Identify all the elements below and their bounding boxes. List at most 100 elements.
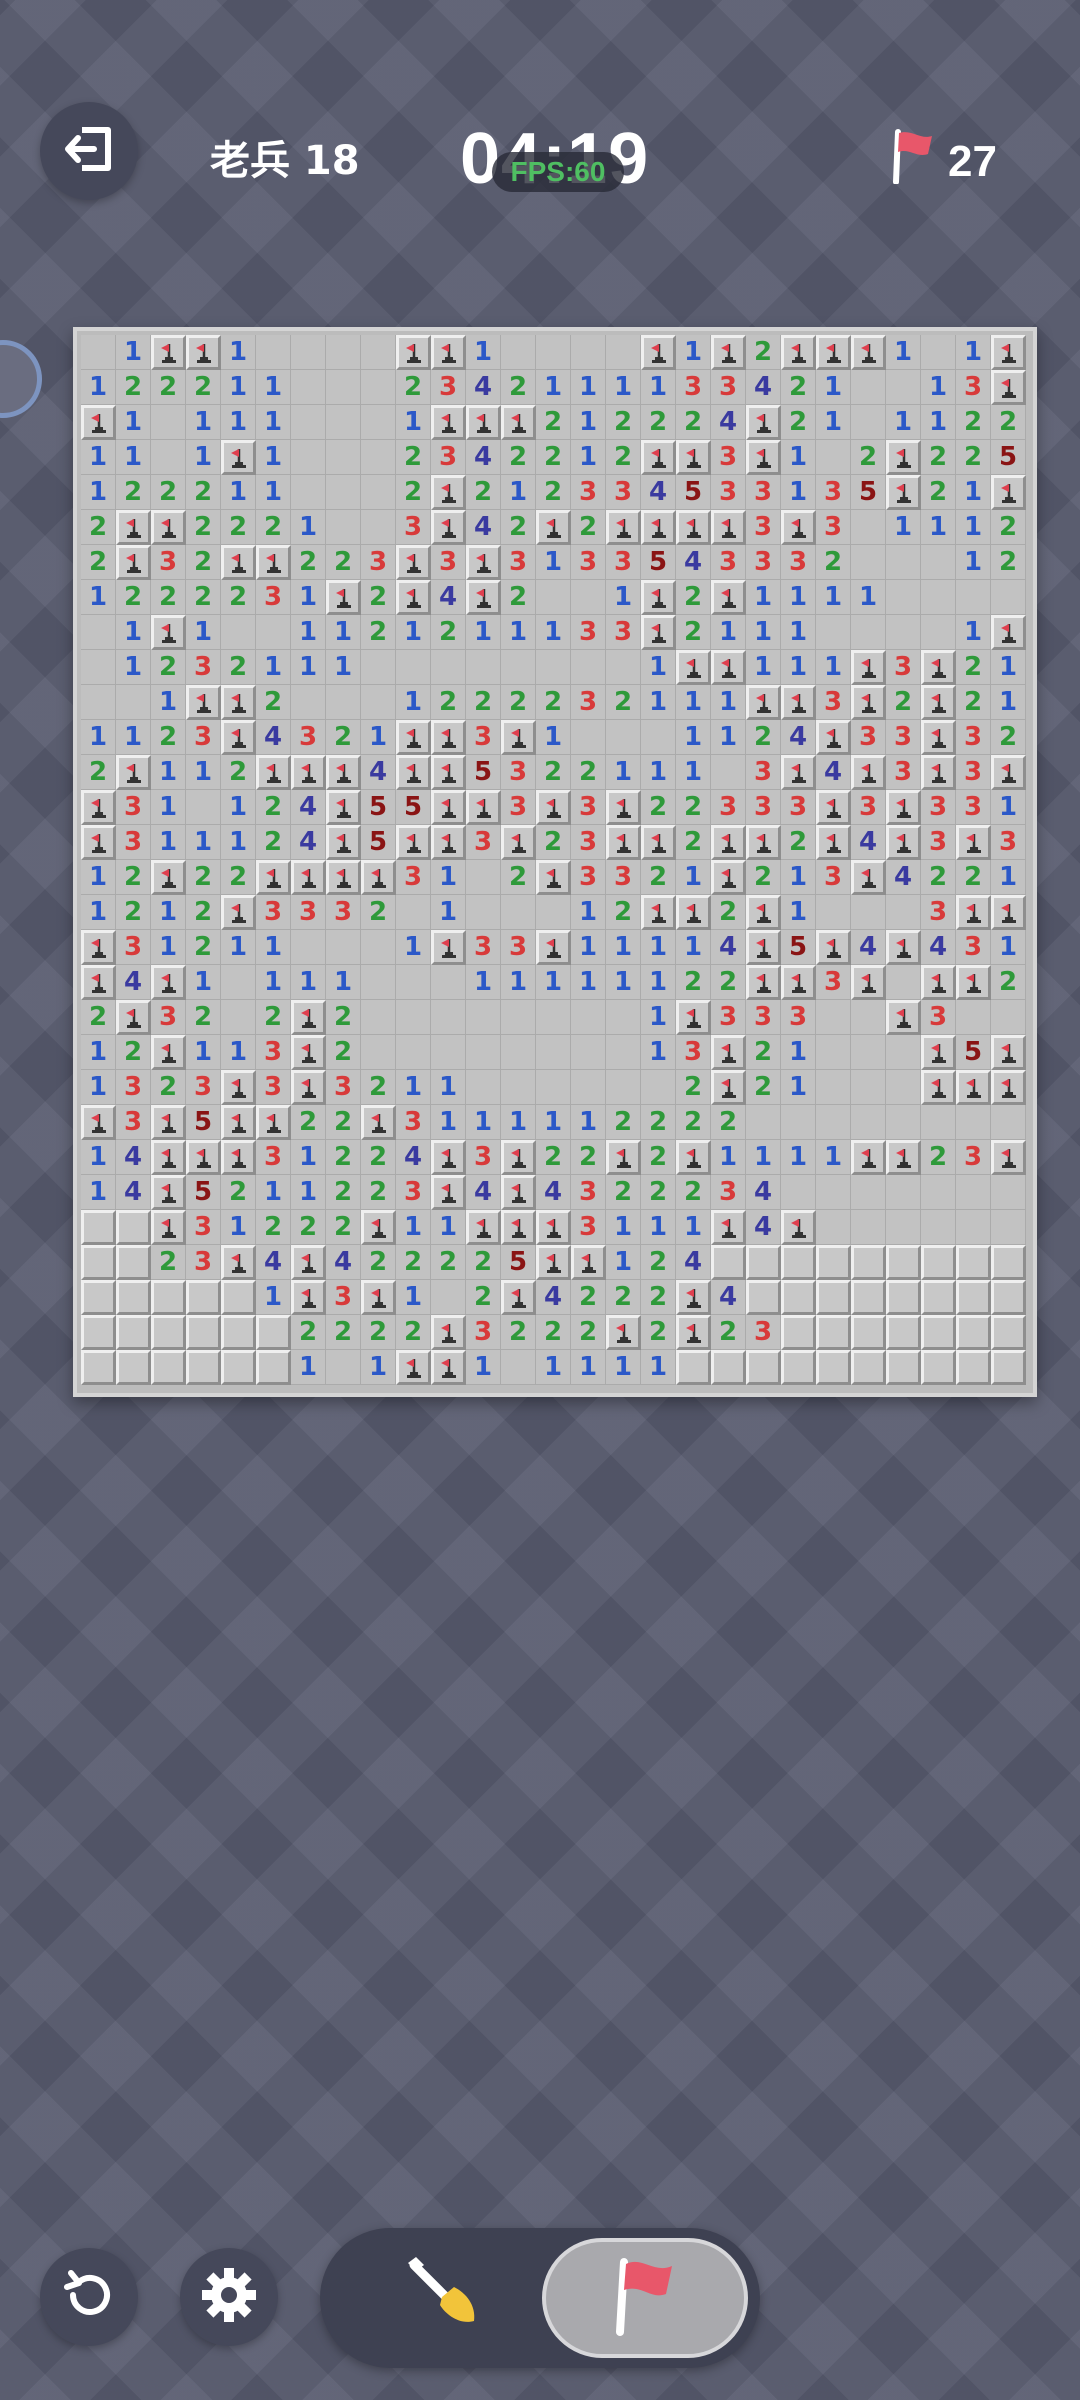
number-cell[interactable]: 3 [396, 1175, 431, 1210]
covered-cell[interactable] [886, 1350, 921, 1385]
number-cell[interactable]: 4 [536, 1280, 571, 1315]
empty-cell[interactable] [221, 965, 256, 1000]
undo-button[interactable] [40, 2248, 138, 2346]
number-cell[interactable]: 2 [186, 895, 221, 930]
number-cell[interactable]: 2 [746, 720, 781, 755]
empty-cell[interactable] [326, 405, 361, 440]
number-cell[interactable]: 1 [641, 965, 676, 1000]
number-cell[interactable]: 3 [466, 720, 501, 755]
number-cell[interactable]: 2 [326, 545, 361, 580]
number-cell[interactable]: 3 [186, 1210, 221, 1245]
number-cell[interactable]: 2 [571, 1315, 606, 1350]
number-cell[interactable]: 3 [956, 790, 991, 825]
flagged-cell[interactable] [151, 335, 186, 370]
empty-cell[interactable] [466, 860, 501, 895]
flagged-cell[interactable] [606, 1315, 641, 1350]
number-cell[interactable]: 2 [361, 895, 396, 930]
number-cell[interactable]: 2 [921, 1140, 956, 1175]
number-cell[interactable]: 1 [536, 965, 571, 1000]
flagged-cell[interactable] [396, 825, 431, 860]
number-cell[interactable]: 1 [781, 1070, 816, 1105]
flagged-cell[interactable] [396, 720, 431, 755]
number-cell[interactable]: 1 [676, 1210, 711, 1245]
number-cell[interactable]: 3 [291, 720, 326, 755]
empty-cell[interactable] [886, 1070, 921, 1105]
number-cell[interactable]: 2 [186, 860, 221, 895]
empty-cell[interactable] [606, 1000, 641, 1035]
flagged-cell[interactable] [361, 1280, 396, 1315]
number-cell[interactable]: 1 [81, 580, 116, 615]
number-cell[interactable]: 1 [186, 440, 221, 475]
number-cell[interactable]: 2 [361, 1140, 396, 1175]
flagged-cell[interactable] [116, 510, 151, 545]
covered-cell[interactable] [151, 1350, 186, 1385]
number-cell[interactable]: 2 [256, 510, 291, 545]
number-cell[interactable]: 1 [606, 580, 641, 615]
number-cell[interactable]: 1 [81, 370, 116, 405]
empty-cell[interactable] [536, 580, 571, 615]
number-cell[interactable]: 1 [81, 475, 116, 510]
number-cell[interactable]: 1 [641, 1210, 676, 1245]
number-cell[interactable]: 1 [116, 720, 151, 755]
empty-cell[interactable] [711, 755, 746, 790]
empty-cell[interactable] [886, 615, 921, 650]
number-cell[interactable]: 1 [781, 580, 816, 615]
flagged-cell[interactable] [641, 510, 676, 545]
number-cell[interactable]: 2 [256, 790, 291, 825]
covered-cell[interactable] [851, 1245, 886, 1280]
empty-cell[interactable] [361, 930, 396, 965]
number-cell[interactable]: 1 [606, 1350, 641, 1385]
number-cell[interactable]: 1 [221, 335, 256, 370]
number-cell[interactable]: 2 [501, 440, 536, 475]
empty-cell[interactable] [501, 1070, 536, 1105]
flagged-cell[interactable] [221, 440, 256, 475]
flagged-cell[interactable] [641, 335, 676, 370]
number-cell[interactable]: 1 [711, 1140, 746, 1175]
number-cell[interactable]: 4 [816, 755, 851, 790]
number-cell[interactable]: 4 [291, 825, 326, 860]
number-cell[interactable]: 2 [886, 685, 921, 720]
empty-cell[interactable] [991, 1000, 1026, 1035]
mode-toggle[interactable] [320, 2228, 760, 2368]
number-cell[interactable]: 3 [921, 790, 956, 825]
number-cell[interactable]: 1 [81, 895, 116, 930]
number-cell[interactable]: 3 [676, 1035, 711, 1070]
number-cell[interactable]: 5 [466, 755, 501, 790]
number-cell[interactable]: 1 [396, 1070, 431, 1105]
number-cell[interactable]: 2 [396, 370, 431, 405]
flagged-cell[interactable] [606, 825, 641, 860]
number-cell[interactable]: 4 [256, 1245, 291, 1280]
number-cell[interactable]: 1 [501, 965, 536, 1000]
number-cell[interactable]: 2 [851, 440, 886, 475]
exit-button[interactable] [40, 102, 138, 200]
flagged-cell[interactable] [606, 510, 641, 545]
number-cell[interactable]: 1 [466, 615, 501, 650]
empty-cell[interactable] [396, 965, 431, 1000]
flagged-cell[interactable] [81, 1105, 116, 1140]
number-cell[interactable]: 2 [81, 755, 116, 790]
flagged-cell[interactable] [991, 475, 1026, 510]
flagged-cell[interactable] [221, 1070, 256, 1105]
empty-cell[interactable] [921, 1105, 956, 1140]
covered-cell[interactable] [186, 1280, 221, 1315]
flagged-cell[interactable] [536, 1245, 571, 1280]
number-cell[interactable]: 1 [81, 860, 116, 895]
empty-cell[interactable] [921, 615, 956, 650]
number-cell[interactable]: 3 [571, 685, 606, 720]
flagged-cell[interactable] [886, 790, 921, 825]
number-cell[interactable]: 2 [186, 545, 221, 580]
number-cell[interactable]: 1 [81, 720, 116, 755]
flagged-cell[interactable] [291, 1280, 326, 1315]
flagged-cell[interactable] [256, 755, 291, 790]
number-cell[interactable]: 1 [536, 370, 571, 405]
number-cell[interactable]: 2 [361, 1070, 396, 1105]
number-cell[interactable]: 1 [991, 650, 1026, 685]
number-cell[interactable]: 2 [151, 1070, 186, 1105]
covered-cell[interactable] [816, 1245, 851, 1280]
number-cell[interactable]: 2 [606, 440, 641, 475]
number-cell[interactable]: 2 [326, 1000, 361, 1035]
flagged-cell[interactable] [886, 440, 921, 475]
number-cell[interactable]: 3 [816, 510, 851, 545]
number-cell[interactable]: 2 [326, 1105, 361, 1140]
flagged-cell[interactable] [676, 440, 711, 475]
